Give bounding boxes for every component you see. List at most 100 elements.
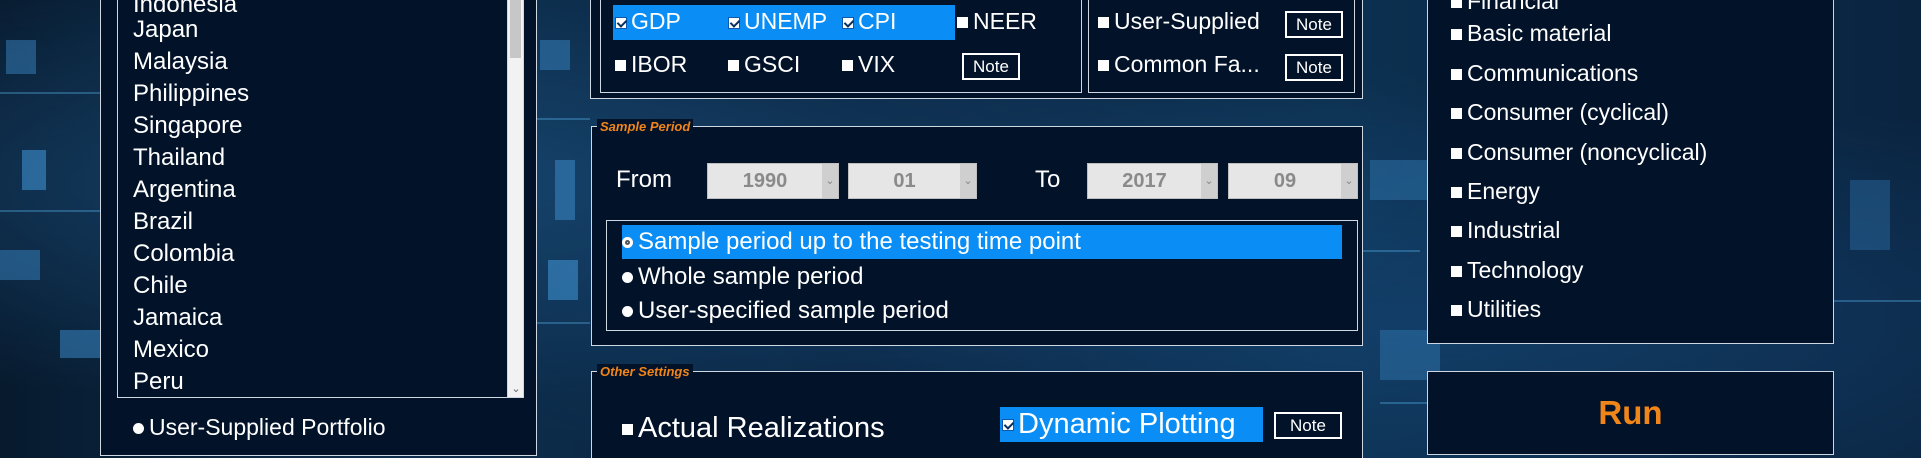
checkbox-icon: [957, 17, 968, 29]
common-factor-label: Common Fa...: [1114, 51, 1260, 77]
list-item[interactable]: Chile: [133, 271, 188, 301]
list-item[interactable]: Philippines: [133, 79, 249, 109]
list-item[interactable]: Mexico: [133, 335, 209, 365]
checkbox-icon: [615, 60, 626, 72]
vix-checkbox[interactable]: VIX: [842, 50, 895, 78]
list-item[interactable]: Malaysia: [133, 47, 228, 77]
from-year-select[interactable]: 1990 ⌄: [707, 163, 839, 199]
from-month-value: 01: [893, 170, 916, 192]
gsci-checkbox[interactable]: GSCI: [728, 50, 800, 78]
dynamic-plotting-note-button[interactable]: Note: [1274, 412, 1342, 439]
sectors-panel: [1427, 0, 1834, 344]
chevron-down-icon: ⌄: [960, 164, 976, 198]
chevron-down-icon: ⌄: [1201, 164, 1217, 198]
unemp-checkbox[interactable]: UNEMP: [728, 7, 827, 35]
radio-icon: [622, 306, 633, 318]
user-supplied-label: User-Supplied: [1114, 8, 1260, 34]
gdp-label: GDP: [631, 8, 681, 34]
sector-checkbox-utilities[interactable]: Utilities: [1451, 295, 1541, 323]
chevron-down-icon: ⌄: [822, 164, 838, 198]
sector-label: Financial: [1467, 0, 1560, 14]
sector-checkbox-financial[interactable]: Financial: [1451, 0, 1559, 15]
run-button[interactable]: Run: [1427, 371, 1834, 455]
checkbox-checked-icon: [728, 16, 740, 29]
to-month-select[interactable]: 09 ⌄: [1228, 163, 1358, 199]
to-year-select[interactable]: 2017 ⌄: [1087, 163, 1218, 199]
vix-label: VIX: [858, 51, 896, 77]
common-factor-note-button[interactable]: Note: [1285, 54, 1343, 81]
checkbox-icon: [1451, 266, 1462, 278]
sector-checkbox-energy[interactable]: Energy: [1451, 177, 1540, 205]
list-item[interactable]: Singapore: [133, 111, 242, 141]
other-settings-legend: Other Settings: [597, 364, 693, 379]
ibor-label: IBOR: [631, 51, 688, 77]
checkbox-icon: [1451, 226, 1462, 238]
sector-checkbox-consumer-noncyclical[interactable]: Consumer (noncyclical): [1451, 138, 1707, 166]
from-month-select[interactable]: 01 ⌄: [848, 163, 977, 199]
list-item[interactable]: Jamaica: [133, 303, 222, 333]
sample-period-legend: Sample Period: [597, 119, 694, 134]
neer-checkbox[interactable]: NEER: [957, 7, 1037, 35]
cpi-checkbox[interactable]: CPI: [842, 7, 896, 35]
actual-realizations-checkbox[interactable]: Actual Realizations: [622, 411, 885, 445]
common-factor-checkbox[interactable]: Common Fa...: [1098, 50, 1260, 78]
user-supplied-note-button[interactable]: Note: [1285, 11, 1343, 38]
sample-option-label: Whole sample period: [638, 263, 864, 290]
sector-label: Energy: [1467, 178, 1540, 204]
list-item[interactable]: Thailand: [133, 143, 225, 173]
sample-option-whole[interactable]: Whole sample period: [622, 263, 863, 291]
list-scrollbar[interactable]: ⌄: [507, 0, 523, 397]
neer-label: NEER: [973, 8, 1037, 34]
list-item[interactable]: Japan: [133, 15, 198, 45]
sector-label: Basic material: [1467, 20, 1612, 46]
sample-option-user-specified[interactable]: User-specified sample period: [622, 297, 949, 325]
sector-checkbox-basic-material[interactable]: Basic material: [1451, 19, 1611, 47]
from-label: From: [616, 166, 672, 193]
country-listbox[interactable]: Indonesia Japan Malaysia Philippines Sin…: [117, 0, 524, 398]
checkbox-icon: [1451, 187, 1462, 199]
sector-label: Consumer (noncyclical): [1467, 139, 1708, 165]
list-item[interactable]: Argentina: [133, 175, 236, 205]
checkbox-checked-icon: [615, 16, 627, 29]
list-item[interactable]: Colombia: [133, 239, 234, 269]
checkbox-checked-icon: [1002, 419, 1014, 432]
sector-label: Industrial: [1467, 217, 1561, 243]
checkbox-icon: [622, 423, 633, 435]
radio-icon: [622, 272, 633, 284]
run-label: Run: [1598, 394, 1663, 431]
checkbox-icon: [1451, 148, 1462, 160]
dynamic-plotting-checkbox[interactable]: Dynamic Plotting: [1000, 407, 1263, 442]
cpi-label: CPI: [858, 8, 897, 34]
gdp-checkbox[interactable]: GDP: [615, 7, 681, 35]
scroll-down-icon[interactable]: ⌄: [509, 382, 523, 396]
radio-selected-icon: [622, 237, 633, 249]
checkbox-icon: [1451, 69, 1462, 81]
checkbox-icon: [1451, 29, 1462, 41]
ibor-checkbox[interactable]: IBOR: [615, 50, 687, 78]
sector-checkbox-technology[interactable]: Technology: [1451, 256, 1583, 284]
sector-label: Utilities: [1467, 296, 1542, 322]
sample-option-label: Sample period up to the testing time poi…: [638, 228, 1081, 255]
checkbox-icon: [842, 60, 853, 72]
list-item[interactable]: Brazil: [133, 207, 193, 237]
list-item[interactable]: Peru: [133, 367, 184, 397]
sample-option-testing-point[interactable]: Sample period up to the testing time poi…: [622, 225, 1342, 259]
user-supplied-checkbox[interactable]: User-Supplied: [1098, 7, 1260, 35]
checkbox-icon: [1451, 108, 1462, 120]
checkbox-icon: [1098, 60, 1109, 72]
sector-checkbox-consumer-cyclical[interactable]: Consumer (cyclical): [1451, 98, 1669, 126]
checkbox-checked-icon: [842, 16, 854, 29]
gsci-label: GSCI: [744, 51, 801, 77]
scroll-thumb[interactable]: [510, 0, 521, 58]
checkbox-icon: [728, 60, 739, 72]
sector-checkbox-industrial[interactable]: Industrial: [1451, 216, 1560, 244]
chevron-down-icon: ⌄: [1341, 164, 1357, 198]
to-label: To: [1035, 166, 1061, 193]
checkbox-icon: [1098, 17, 1109, 29]
sector-checkbox-communications[interactable]: Communications: [1451, 59, 1638, 87]
to-year-value: 2017: [1122, 170, 1167, 192]
user-portfolio-option[interactable]: User-Supplied Portfolio: [133, 413, 386, 441]
variables-note-button[interactable]: Note: [962, 53, 1020, 80]
actual-realizations-label: Actual Realizations: [638, 412, 885, 444]
unemp-label: UNEMP: [744, 8, 828, 34]
